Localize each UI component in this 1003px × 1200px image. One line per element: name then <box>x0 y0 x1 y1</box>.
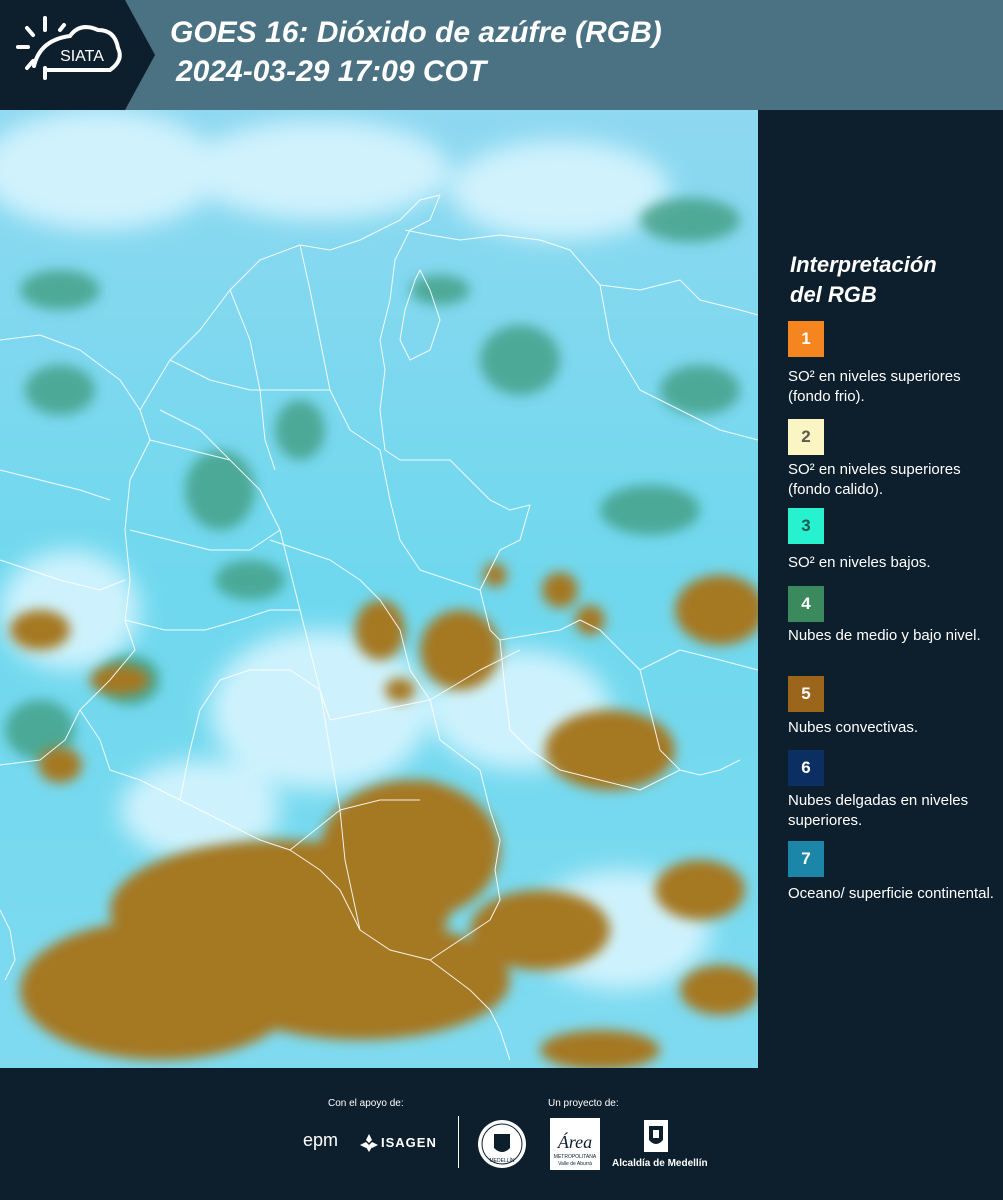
epm-logo[interactable]: epm <box>303 1130 338 1151</box>
timestamp: 2024-03-29 17:09 COT <box>176 55 487 88</box>
svg-text:Área: Área <box>557 1131 592 1152</box>
legend-swatch-1: 1 <box>788 321 824 357</box>
svg-text:METROPOLITANA: METROPOLITANA <box>554 1154 597 1160</box>
area-metropolitana-logo[interactable]: Área METROPOLITANA Valle de Aburrá <box>550 1118 600 1170</box>
legend-label-3: SO² en niveles bajos. <box>788 554 931 571</box>
legend-label-6: Nubes delgadas en niveles superiores. <box>788 792 969 829</box>
legend-swatch-7: 7 <box>788 841 824 877</box>
svg-text:SIATA: SIATA <box>60 48 104 65</box>
support-label: Con el apoyo de: <box>328 1098 404 1109</box>
legend-swatch-2: 2 <box>788 419 824 455</box>
legend-label-7: Oceano/ superficie continental. <box>788 885 994 902</box>
legend-panel: Interpretación del RGB 1 SO² en niveles … <box>760 110 1003 1070</box>
legend-swatch-3: 3 <box>788 508 824 544</box>
legend-title: Interpretación del RGB <box>790 252 937 307</box>
legend-swatch-6: 6 <box>788 750 824 786</box>
satellite-map[interactable] <box>0 110 758 1068</box>
header-bar: SIATA GOES 16: Dióxido de azúfre (RGB) 2… <box>0 0 1003 110</box>
legend-label-2: SO² en niveles superiores (fondo calido)… <box>788 461 961 498</box>
legend-label-4: Nubes de medio y bajo nivel. <box>788 627 981 644</box>
legend-swatch-4: 4 <box>788 586 824 622</box>
project-label: Un proyecto de: <box>548 1098 619 1109</box>
legend-label-5: Nubes convectivas. <box>788 719 919 736</box>
siata-logo[interactable]: SIATA <box>0 0 160 110</box>
alcaldia-crest-icon <box>644 1120 668 1152</box>
svg-text:MEDELLÍN: MEDELLÍN <box>489 1157 514 1164</box>
legend-label-1: SO² en niveles superiores (fondo frio). <box>788 368 961 405</box>
footer-divider <box>458 1116 459 1168</box>
alcaldia-logo[interactable]: Alcaldía de Medellín <box>612 1158 708 1169</box>
page-title: GOES 16: Dióxido de azúfre (RGB) <box>170 16 662 49</box>
isagen-icon <box>360 1134 378 1152</box>
footer: Con el apoyo de: Un proyecto de: epm ISA… <box>0 1068 1003 1200</box>
svg-text:Valle de Aburrá: Valle de Aburrá <box>558 1161 592 1167</box>
isagen-logo[interactable]: ISAGEN <box>381 1135 437 1150</box>
legend-swatch-5: 5 <box>788 676 824 712</box>
medellin-seal-icon[interactable]: MEDELLÍN <box>476 1118 528 1170</box>
